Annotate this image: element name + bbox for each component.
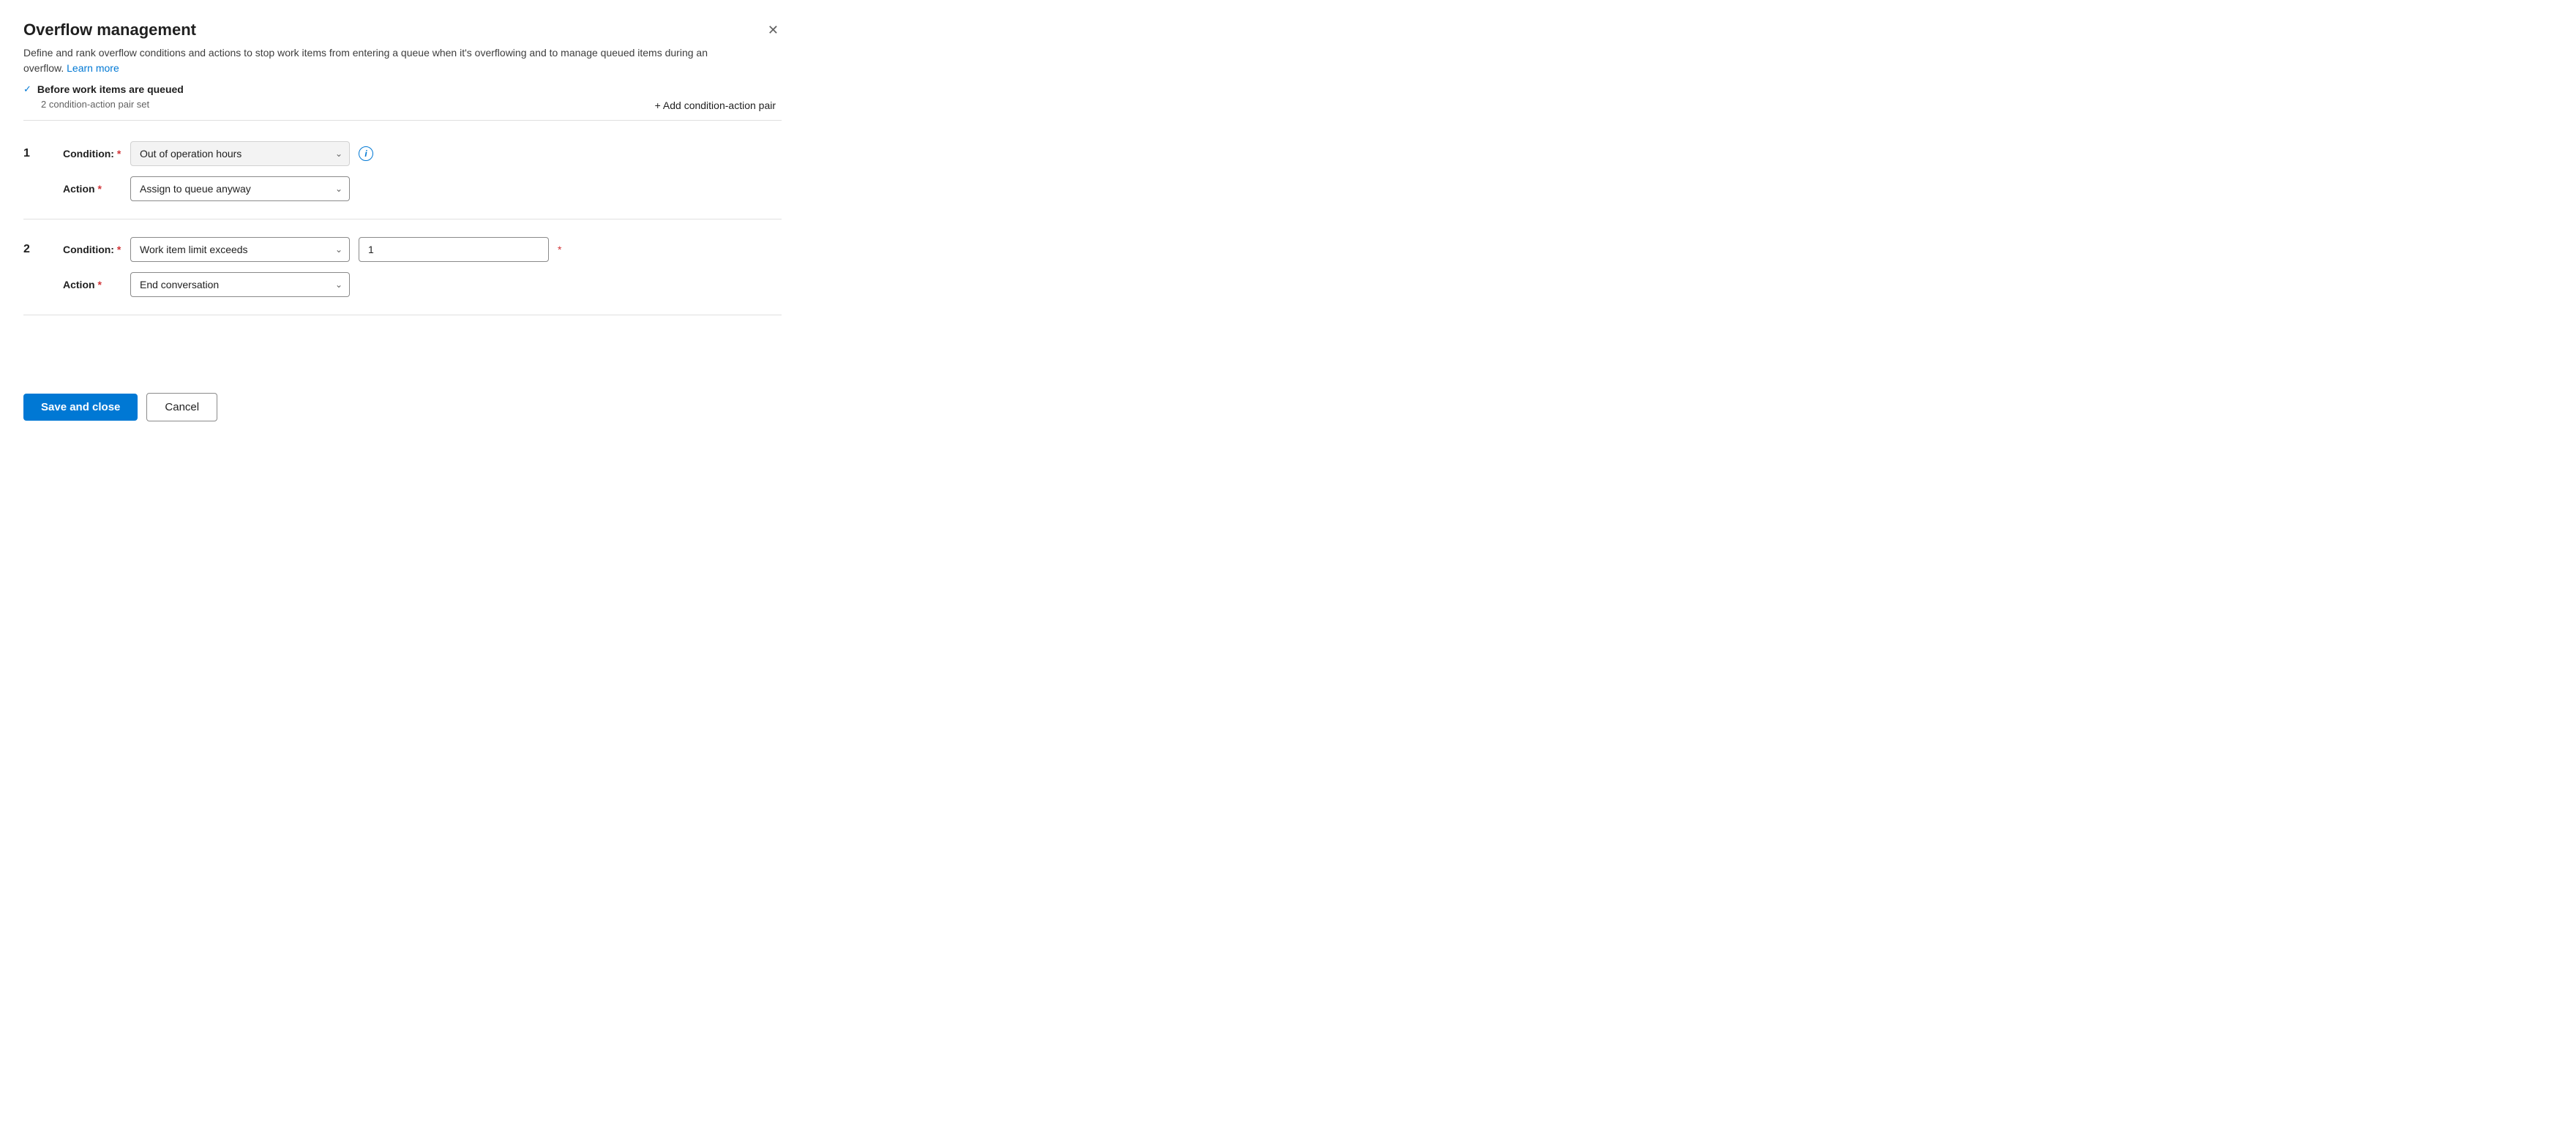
required-star: * [97,183,101,195]
condition-row-2: 2 Condition: * Work item limit exceeds ⌄… [23,219,782,315]
section-chevron-icon: ✓ [23,83,31,95]
close-icon: ✕ [768,23,779,37]
action-select-wrapper-1: Assign to queue anyway ⌄ [130,176,350,201]
condition-number-1: 1 [23,141,45,160]
condition-field-row-2: Condition: * Work item limit exceeds ⌄ * [63,237,782,262]
action-field-row-1: Action * Assign to queue anyway ⌄ [63,176,782,201]
action-select-2[interactable]: End conversation [130,272,350,297]
condition-select-1[interactable]: Out of operation hours [130,141,350,166]
cancel-button[interactable]: Cancel [146,393,217,421]
condition-select-wrapper-1: Out of operation hours ⌄ [130,141,350,166]
section-header: ✓ Before work items are queued [23,83,782,95]
add-pair-row: + Add condition-action pair [649,97,782,114]
section-subtitle: 2 condition-action pair set [41,99,149,110]
condition-label-1: Condition: * [63,148,121,159]
action-select-1[interactable]: Assign to queue anyway [130,176,350,201]
required-star: * [117,148,121,159]
required-star: * [97,279,101,290]
section-title: Before work items are queued [37,83,184,95]
condition-field-row-1: Condition: * Out of operation hours ⌄ i [63,141,782,166]
condition-number-2: 2 [23,237,45,256]
dialog-header: Overflow management ✕ [23,20,782,40]
input-required-star: * [558,244,561,255]
action-select-wrapper-2: End conversation ⌄ [130,272,350,297]
work-item-limit-input[interactable] [359,237,549,262]
required-star: * [117,244,121,255]
learn-more-link[interactable]: Learn more [67,62,119,74]
add-condition-action-pair-button[interactable]: + Add condition-action pair [649,97,782,114]
conditions-container: 1 Condition: * Out of operation hours ⌄ … [23,124,782,372]
condition-fields-2: Condition: * Work item limit exceeds ⌄ *… [63,237,782,297]
section-divider [23,120,782,121]
condition-fields-1: Condition: * Out of operation hours ⌄ i … [63,141,782,201]
condition-label-2: Condition: * [63,244,121,255]
close-button[interactable]: ✕ [765,20,782,40]
save-and-close-button[interactable]: Save and close [23,394,138,421]
dialog-title: Overflow management [23,20,196,40]
action-label-2: Action * [63,279,121,290]
info-icon-1[interactable]: i [359,146,373,161]
overflow-management-dialog: Overflow management ✕ Define and rank ov… [0,0,805,439]
action-label-1: Action * [63,183,121,195]
condition-row-1: 1 Condition: * Out of operation hours ⌄ … [23,124,782,219]
dialog-footer: Save and close Cancel [23,372,782,421]
condition-select-2[interactable]: Work item limit exceeds [130,237,350,262]
dialog-description: Define and rank overflow conditions and … [23,45,719,76]
action-field-row-2: Action * End conversation ⌄ [63,272,782,297]
condition-select-wrapper-2: Work item limit exceeds ⌄ [130,237,350,262]
